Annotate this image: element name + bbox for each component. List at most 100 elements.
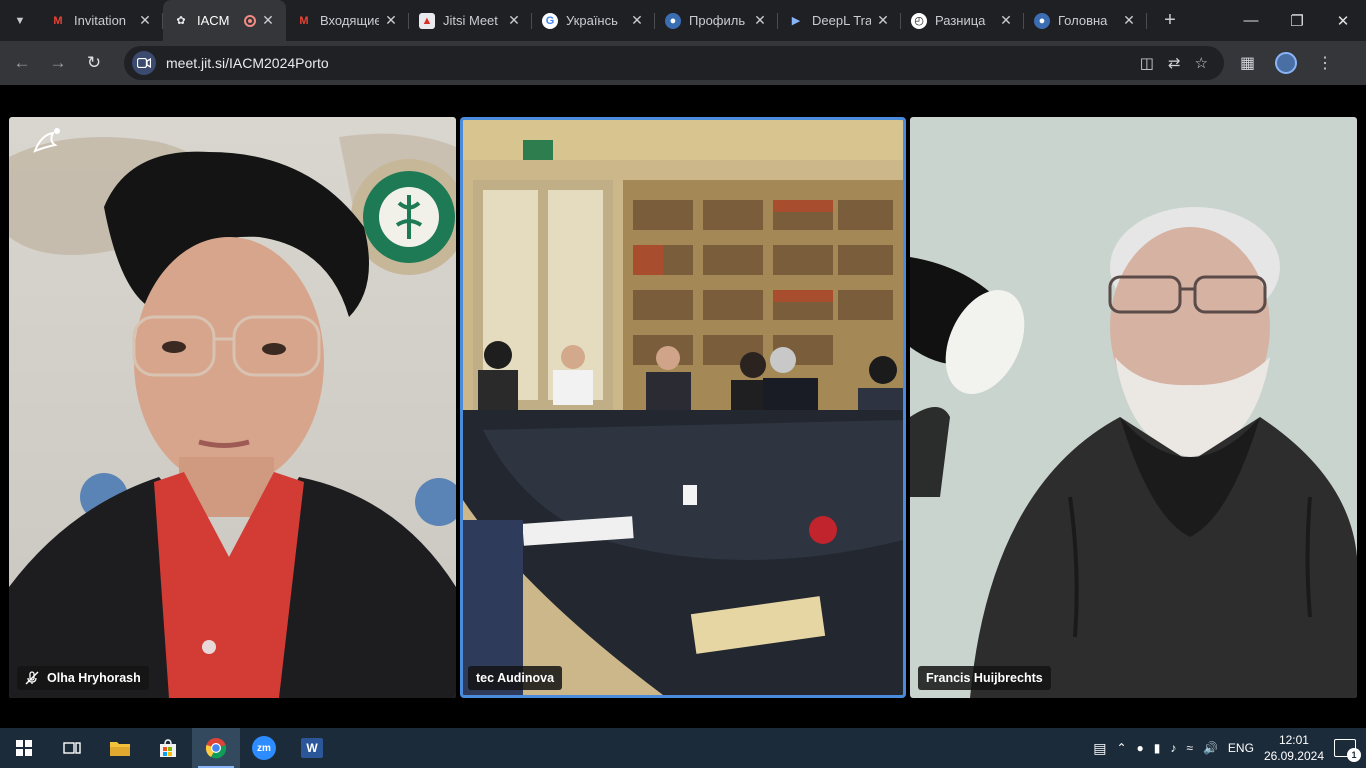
microphone-muted-icon [25, 671, 39, 685]
system-tray: ▤ ⌃ ● ▮ ♪ ≈ 🔊 ENG 12:01 26.09.2024 1 [1093, 732, 1366, 764]
chrome-button[interactable] [192, 728, 240, 768]
store-icon [160, 739, 176, 757]
close-icon[interactable]: ✕ [998, 12, 1014, 29]
tab-iacm[interactable]: ✿ IACM ✕ [163, 0, 286, 41]
notification-center-icon[interactable]: 1 [1334, 739, 1361, 762]
gmail-icon: M [53, 14, 63, 27]
wifi-icon[interactable]: ≈ [1186, 741, 1193, 755]
close-icon[interactable]: ✕ [260, 12, 276, 29]
clock-time: 12:01 [1278, 733, 1309, 747]
close-window-icon[interactable]: ✕ [1320, 12, 1366, 30]
tab-invitation[interactable]: M Invitation ✕ [40, 0, 163, 41]
task-view-icon [63, 742, 81, 754]
bookmark-star-icon[interactable]: ☆ [1195, 54, 1208, 72]
participant-name: Olha Hryhorash [47, 671, 141, 685]
word-button[interactable]: W [288, 728, 336, 768]
chevron-up-icon[interactable]: ⌃ [1116, 741, 1126, 755]
meeting-stage: Olha Hryhorash tec Audinova Francis Huij… [0, 85, 1366, 728]
word-icon: W [301, 738, 323, 758]
file-explorer-button[interactable] [96, 728, 144, 768]
url-text: meet.jit.si/IACM2024Porto [166, 55, 329, 71]
close-icon[interactable]: ✕ [875, 12, 891, 29]
tab-title: Jitsi Meet [443, 13, 498, 28]
zoom-button[interactable]: zm [240, 728, 288, 768]
reload-icon[interactable]: ↻ [76, 53, 112, 73]
language-indicator[interactable]: ENG [1228, 741, 1254, 755]
deepl-icon: ▶ [791, 15, 801, 27]
battery-icon[interactable]: ▮ [1154, 741, 1161, 755]
tab-title: Входящие [320, 13, 379, 28]
chevron-down-icon: ▼ [14, 14, 26, 27]
minimize-icon[interactable]: — [1228, 12, 1274, 30]
close-icon[interactable]: ✕ [506, 12, 522, 29]
participant-video [9, 117, 456, 698]
tab-title: Профиль [689, 13, 746, 28]
tab-deepl[interactable]: ▶ DeepL Tra ✕ [778, 0, 901, 41]
jitsi-icon: ✿ [176, 15, 186, 27]
participant-nameplate: tec Audinova [468, 666, 563, 690]
new-tab-button[interactable]: + [1155, 9, 1185, 32]
tab-title: IACM [197, 13, 230, 28]
participant-name: tec Audinova [476, 671, 555, 685]
participant-tile[interactable]: Francis Huijbrechts [910, 117, 1357, 698]
back-icon[interactable]: ← [4, 53, 40, 73]
participant-video [463, 120, 903, 695]
file-explorer-icon [110, 742, 130, 756]
maximize-icon[interactable]: ❐ [1274, 12, 1320, 30]
close-icon[interactable]: ✕ [383, 12, 399, 29]
chrome-icon [205, 738, 227, 759]
participant-name: Francis Huijbrechts [926, 671, 1043, 685]
participant-tile-active-speaker[interactable]: tec Audinova [460, 117, 906, 698]
notification-count: 1 [1347, 748, 1361, 762]
start-button[interactable] [0, 728, 48, 768]
close-icon[interactable]: ✕ [1121, 12, 1137, 29]
more-menu-icon[interactable]: ⋮ [1317, 53, 1333, 73]
extensions-icon[interactable]: ▦ [1240, 53, 1255, 73]
tab-jitsi-meet[interactable]: ▲ Jitsi Meet ✕ [409, 0, 532, 41]
profile-icon: ● [665, 12, 681, 29]
microsoft-store-button[interactable] [144, 728, 192, 768]
site-icon: ● [1034, 12, 1050, 29]
browser-toolbar: ← → ↻ meet.jit.si/IACM2024Porto ◫ ⇄ ☆ ▦ … [0, 41, 1366, 85]
close-icon[interactable]: ✕ [752, 12, 768, 29]
task-view-button[interactable] [48, 728, 96, 768]
tab-inbox[interactable]: M Входящие ✕ [286, 0, 409, 41]
clock[interactable]: 12:01 26.09.2024 [1264, 732, 1324, 764]
news-widget-icon[interactable]: ▤ [1093, 740, 1106, 757]
browser-tabstrip: ▼ M Invitation ✕ ✿ IACM ✕ M Входящие ✕ ▲… [0, 0, 1366, 41]
participant-tile[interactable]: Olha Hryhorash [9, 117, 456, 698]
close-icon[interactable]: ✕ [629, 12, 645, 29]
tab-profile[interactable]: ● Профиль ✕ [655, 0, 778, 41]
microphone-icon[interactable]: ♪ [1170, 741, 1176, 755]
volume-icon[interactable]: 🔊 [1203, 741, 1218, 755]
participant-nameplate: Olha Hryhorash [17, 666, 149, 690]
tab-title: Головна [1058, 13, 1108, 28]
start-icon [16, 740, 32, 756]
tab-search-button[interactable]: ▼ [6, 7, 34, 35]
clock-icon: ◴ [911, 12, 927, 29]
tab-title: Українсь [566, 13, 618, 28]
translate-icon[interactable]: ⇄ [1168, 54, 1181, 72]
jitsi-meet-icon: ▲ [419, 12, 435, 29]
clock-date: 26.09.2024 [1263, 749, 1324, 763]
window-controls: — ❐ ✕ [1228, 12, 1366, 30]
participant-video [910, 117, 1357, 698]
gmail-icon: M [299, 14, 309, 27]
profile-avatar[interactable] [1275, 52, 1298, 74]
tab-home[interactable]: ● Головна ✕ [1024, 0, 1147, 41]
jitsi-logo-icon [33, 128, 60, 153]
google-icon: G [542, 12, 558, 29]
forward-icon[interactable]: → [40, 53, 76, 73]
install-app-icon[interactable]: ◫ [1140, 54, 1154, 72]
camera-icon[interactable] [132, 51, 156, 75]
windows-taskbar: zm W ▤ ⌃ ● ▮ ♪ ≈ 🔊 ENG 12:01 26.09.2024 … [0, 728, 1366, 768]
camera-status-icon[interactable]: ● [1137, 741, 1144, 755]
tab-title: DeepL Tra [812, 13, 871, 28]
close-icon[interactable]: ✕ [137, 12, 153, 29]
address-bar[interactable]: meet.jit.si/IACM2024Porto ◫ ⇄ ☆ [124, 46, 1224, 80]
tab-time-difference[interactable]: ◴ Разница ✕ [901, 0, 1024, 41]
participant-nameplate: Francis Huijbrechts [918, 666, 1051, 690]
tab-ukrainian[interactable]: G Українсь ✕ [532, 0, 655, 41]
tab-title: Invitation [74, 13, 127, 28]
tab-title: Разница [935, 13, 986, 28]
